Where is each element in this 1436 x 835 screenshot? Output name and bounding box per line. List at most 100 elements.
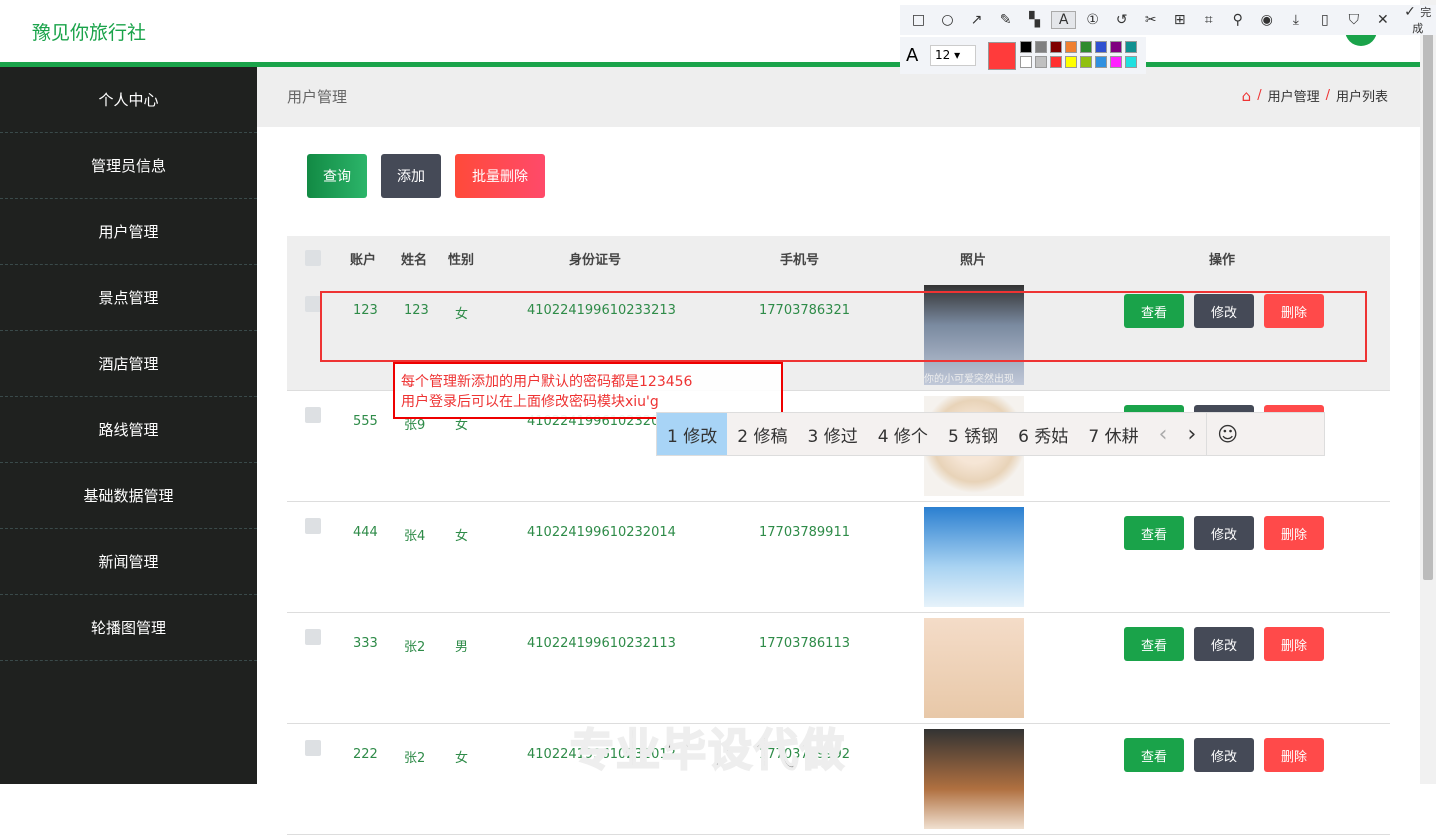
sidebar-item-admin[interactable]: 管理员信息 <box>0 133 257 199</box>
photo-caption: 你的小可爱突然出现 <box>924 374 1014 385</box>
cell-account: 555 <box>353 414 378 429</box>
sidebar-item-hotel[interactable]: 酒店管理 <box>0 331 257 397</box>
scrollbar-thumb[interactable] <box>1423 10 1433 580</box>
delete-button[interactable]: 删除 <box>1264 738 1324 772</box>
view-button[interactable]: 查看 <box>1124 738 1184 772</box>
color-swatch[interactable] <box>1050 56 1062 68</box>
sidebar-item-news[interactable]: 新闻管理 <box>0 529 257 595</box>
undo-icon[interactable]: ↺ <box>1109 12 1134 28</box>
home-icon[interactable]: ⌂ <box>1242 87 1252 105</box>
current-color[interactable] <box>988 42 1016 70</box>
cut-icon[interactable]: ✂ <box>1138 12 1163 28</box>
sidebar-item-label: 轮播图管理 <box>90 619 166 637</box>
sidebar-item-scenic[interactable]: 景点管理 <box>0 265 257 331</box>
row-checkbox[interactable] <box>305 407 321 423</box>
ime-candidate[interactable]: 1 修改 <box>657 413 728 455</box>
sidebar-item-carousel[interactable]: 轮播图管理 <box>0 595 257 661</box>
sidebar-item-label: 管理员信息 <box>90 157 166 175</box>
title-bar: 用户管理 ⌂ / 用户管理 / 用户列表 <box>257 67 1420 127</box>
pencil-icon[interactable]: ✎ <box>993 12 1018 28</box>
mosaic-icon[interactable]: ▚ <box>1022 12 1047 28</box>
color-swatch[interactable] <box>1110 56 1122 68</box>
sidebar-item-label: 个人中心 <box>98 91 159 109</box>
translate-icon[interactable]: ⊞ <box>1167 12 1192 28</box>
sidebar-item-label: 用户管理 <box>98 223 159 241</box>
row-checkbox[interactable] <box>305 296 321 312</box>
select-all-checkbox[interactable] <box>305 250 321 266</box>
rectangle-icon[interactable]: □ <box>906 12 931 28</box>
cell-account: 222 <box>353 747 378 762</box>
breadcrumb-item[interactable]: 用户管理 <box>1268 86 1320 105</box>
color-swatch[interactable] <box>1080 41 1092 53</box>
color-swatch[interactable] <box>1065 56 1077 68</box>
query-button[interactable]: 查询 <box>307 154 367 198</box>
done-button[interactable]: ✓ 完成 <box>1399 4 1436 36</box>
cell-id: 410224199610232014 <box>527 525 676 540</box>
color-swatch[interactable] <box>1035 41 1047 53</box>
color-swatch[interactable] <box>1110 41 1122 53</box>
delete-button[interactable]: 删除 <box>1264 627 1324 661</box>
cell-account: 333 <box>353 636 378 651</box>
phone-icon[interactable]: ▯ <box>1312 12 1337 28</box>
ime-next-button[interactable]: › <box>1177 413 1206 455</box>
cell-account: 444 <box>353 525 378 540</box>
bookmark-icon[interactable]: ⛉ <box>1341 12 1366 28</box>
number-icon[interactable]: ① <box>1080 12 1105 28</box>
sidebar-item-label: 酒店管理 <box>98 355 159 373</box>
color-swatch[interactable] <box>1125 56 1137 68</box>
circle-icon[interactable]: ○ <box>935 12 960 28</box>
batch-delete-button[interactable]: 批量删除 <box>455 154 545 198</box>
annotation-text[interactable]: 每个管理新添加的用户默认的密码都是123456 用户登录后可以在上面修改密码模块… <box>393 362 783 419</box>
col-gender: 性别 <box>448 252 475 268</box>
color-swatch[interactable] <box>1050 41 1062 53</box>
row-checkbox[interactable] <box>305 518 321 534</box>
sidebar-item-label: 路线管理 <box>98 421 159 439</box>
ime-candidate[interactable]: 3 修过 <box>797 413 867 455</box>
pin-icon[interactable]: ⚲ <box>1225 12 1250 28</box>
close-icon[interactable]: ✕ <box>1370 12 1395 28</box>
page-title: 用户管理 <box>287 88 348 106</box>
emoji-icon[interactable]: ☺ <box>1206 413 1248 455</box>
user-photo <box>924 618 1024 718</box>
edit-button[interactable]: 修改 <box>1194 627 1254 661</box>
table-row: 444 张4 女 410224199610232014 17703789911 … <box>287 502 1390 613</box>
view-button[interactable]: 查看 <box>1124 627 1184 661</box>
color-swatch[interactable] <box>1080 56 1092 68</box>
arrow-icon[interactable]: ↗ <box>964 12 989 28</box>
color-swatch[interactable] <box>1020 41 1032 53</box>
ime-prev-button[interactable]: ‹ <box>1149 413 1178 455</box>
sidebar-item-route[interactable]: 路线管理 <box>0 397 257 463</box>
ime-candidate[interactable]: 6 秀姑 <box>1008 413 1078 455</box>
screenshot-text-options: A 12 ▾ <box>900 37 1146 74</box>
watermark: 专业毕设代做 <box>569 724 846 777</box>
add-button[interactable]: 添加 <box>381 154 441 198</box>
edit-button[interactable]: 修改 <box>1194 738 1254 772</box>
ime-candidate[interactable]: 4 修个 <box>868 413 938 455</box>
color-swatch[interactable] <box>1065 41 1077 53</box>
cell-phone: 17703786113 <box>759 636 850 651</box>
delete-button[interactable]: 删除 <box>1264 516 1324 550</box>
color-swatch[interactable] <box>1020 56 1032 68</box>
sidebar-item-users[interactable]: 用户管理 <box>0 199 257 265</box>
sidebar-item-personal[interactable]: 个人中心 <box>0 67 257 133</box>
download-icon[interactable]: ⤓ <box>1283 12 1308 28</box>
text-icon[interactable]: A <box>1051 11 1077 29</box>
color-swatch[interactable] <box>1095 41 1107 53</box>
color-swatch[interactable] <box>1125 41 1137 53</box>
ime-candidate[interactable]: 7 休耕 <box>1078 413 1148 455</box>
ocr-icon[interactable]: ⌗ <box>1196 12 1221 28</box>
breadcrumb-separator: / <box>1325 88 1330 103</box>
font-size-select[interactable]: 12 ▾ <box>930 45 976 66</box>
view-button[interactable]: 查看 <box>1124 516 1184 550</box>
color-swatch[interactable] <box>1095 56 1107 68</box>
row-checkbox[interactable] <box>305 629 321 645</box>
color-swatch[interactable] <box>1035 56 1047 68</box>
row-checkbox[interactable] <box>305 740 321 756</box>
record-icon[interactable]: ◉ <box>1254 12 1279 28</box>
annotation-line: 用户登录后可以在上面修改密码模块xiu'g <box>401 394 659 410</box>
sidebar-item-basic-data[interactable]: 基础数据管理 <box>0 463 257 529</box>
ime-candidate[interactable]: 5 锈钢 <box>938 413 1008 455</box>
edit-button[interactable]: 修改 <box>1194 516 1254 550</box>
breadcrumb-separator: / <box>1257 88 1262 103</box>
ime-candidate[interactable]: 2 修稿 <box>727 413 797 455</box>
